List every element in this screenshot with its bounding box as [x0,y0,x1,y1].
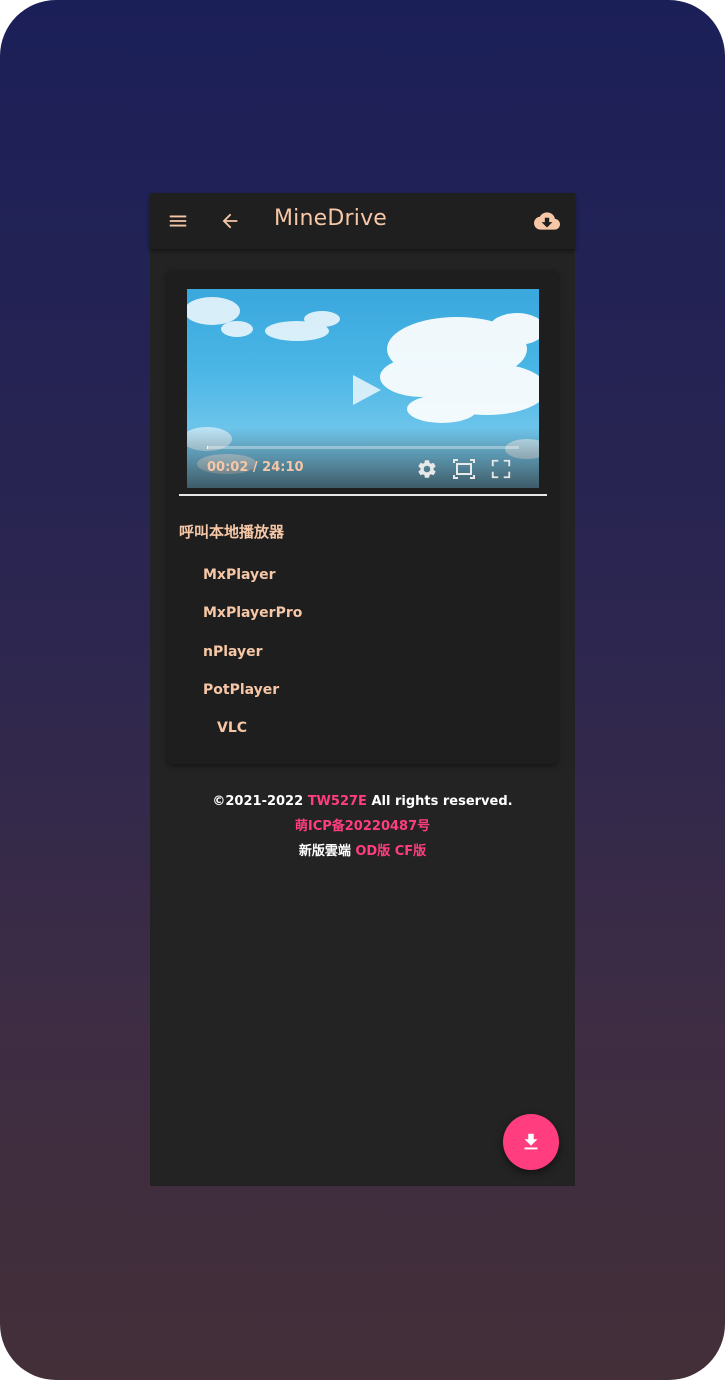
progress-fill [207,446,208,449]
picture-in-picture-icon [453,459,475,479]
app-window: MineDrive 00:02 / 24:10 呼叫本地播放器 MxPlayer… [150,193,575,1186]
download-icon [524,1133,538,1150]
rights-text: All rights reserved. [371,794,513,809]
copyright-years: ©2021-2022 [212,794,304,809]
pip-button[interactable] [452,457,476,481]
author-link[interactable]: TW527E [308,794,367,809]
player-link-mxplayer[interactable]: MxPlayer [203,567,276,583]
player-link-nplayer[interactable]: nPlayer [203,644,263,660]
back-button[interactable] [214,205,246,237]
video-controls-shade [187,428,539,488]
fullscreen-button[interactable] [489,457,513,481]
arrow-left-icon [222,213,238,229]
version-line: 新版雲端 OD版 CF版 [150,839,575,864]
player-card: 00:02 / 24:10 呼叫本地播放器 MxPlayer MxPlayerP… [167,270,558,764]
od-version-link[interactable]: OD版 [355,844,390,859]
divider [179,494,547,496]
player-link-mxplayerpro[interactable]: MxPlayerPro [203,605,302,621]
icp-link[interactable]: 萌ICP备20220487号 [295,819,430,834]
app-bar: MineDrive [150,193,575,249]
footer: ©2021-2022 TW527E All rights reserved. 萌… [150,789,575,864]
fullscreen-icon [491,459,511,479]
play-icon[interactable] [349,373,383,407]
icp-line: 萌ICP备20220487号 [150,814,575,839]
video-player[interactable]: 00:02 / 24:10 [187,289,539,488]
player-link-vlc[interactable]: VLC [217,720,247,736]
app-title: MineDrive [274,206,388,231]
menu-button[interactable] [162,205,194,237]
gear-icon [418,460,436,478]
local-player-heading: 呼叫本地播放器 [179,523,285,541]
settings-button[interactable] [415,457,439,481]
copyright-line: ©2021-2022 TW527E All rights reserved. [150,789,575,814]
menu-icon [169,215,187,227]
cloud-download-icon [534,212,560,230]
new-version-label: 新版雲端 [298,844,351,859]
player-link-potplayer[interactable]: PotPlayer [203,682,279,698]
time-label: 00:02 / 24:10 [207,460,304,475]
cf-version-link[interactable]: CF版 [395,844,426,859]
download-fab[interactable] [503,1114,559,1170]
device-frame: MineDrive 00:02 / 24:10 呼叫本地播放器 MxPlayer… [0,0,725,1380]
cloud-download-button[interactable] [531,205,563,237]
progress-bar[interactable] [207,446,519,449]
